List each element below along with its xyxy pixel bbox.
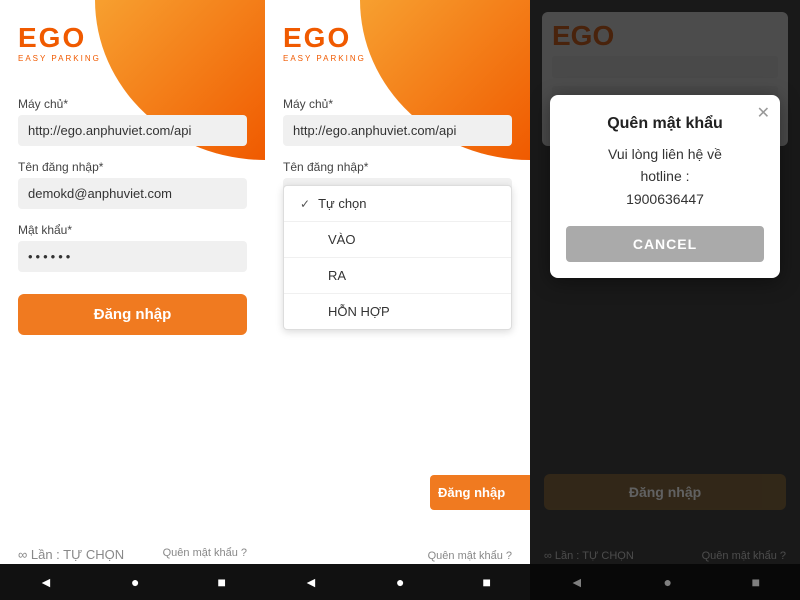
username-label-2: Tên đăng nhập* [283,160,512,174]
dropdown-item-vao[interactable]: VÀO [284,222,511,258]
nav-bar-1: ◄ ● ■ [0,564,265,600]
forgot-password-dialog: ✕ Quên mật khẩu Vui lòng liên hệ về hotl… [550,95,780,278]
login-screen-panel2: EGO EASY PARKING Máy chủ* Tên đăng nhập*… [265,0,530,600]
dialog-title: Quên mật khẩu [566,115,764,133]
dialog-body-line1: Vui lòng liên hệ về [608,146,722,162]
server-label-2: Máy chủ* [283,97,512,111]
username-label: Tên đăng nhập* [18,160,247,174]
password-label: Mật khẩu* [18,223,247,237]
easy-parking-tagline: EASY PARKING [18,54,265,63]
dropdown-label-ra: RA [328,268,346,283]
forgot-password-link-2[interactable]: Quên mật khẩu ? [428,550,512,562]
dropdown-item-tuchon[interactable]: ✓ Tự chọn [284,186,511,222]
logo-area: EGO EASY PARKING [0,0,265,63]
dialog-body-phone: 1900636447 [626,191,704,207]
dropdown-label-tuchon: Tự chọn [318,196,366,211]
footer-bar: ∞ Lần : TỰ CHỌN Quên mật khẩu ? [0,547,265,562]
forgot-password-link[interactable]: Quên mật khẩu ? [163,547,247,562]
server-input-2[interactable] [283,115,512,146]
footer-bar-2: Quên mật khẩu ? [265,550,530,562]
logo-area-2: EGO EASY PARKING [265,0,530,63]
dropdown-menu[interactable]: ✓ Tự chọn VÀO RA HỖN HỢP [283,185,512,330]
dropdown-label-honhop: HỖN HỢP [328,304,390,319]
login-button-partial[interactable]: Đăng nhập [430,475,530,510]
dialog-body-line2: hotline : [640,168,689,184]
ego-logo: EGO [18,24,265,52]
login-button[interactable]: Đăng nhập [18,294,247,335]
back-button-2[interactable]: ◄ [304,574,318,590]
cancel-button[interactable]: CANCEL [566,226,764,262]
username-input[interactable] [18,178,247,209]
login-form: Máy chủ* Tên đăng nhập* Mật khẩu* Đăng n… [0,63,265,335]
dropdown-label-vao: VÀO [328,232,355,247]
server-input[interactable] [18,115,247,146]
dialog-close-button[interactable]: ✕ [757,103,770,123]
nav-bar-2: ◄ ● ■ [265,564,530,600]
loop-label: ∞ Lần : TỰ CHỌN [18,547,124,562]
dropdown-item-ra[interactable]: RA [284,258,511,294]
home-button-2[interactable]: ● [396,574,404,590]
login-screen-panel1: EGO EASY PARKING Máy chủ* Tên đăng nhập*… [0,0,265,600]
password-input[interactable] [18,241,247,272]
back-button[interactable]: ◄ [39,574,53,590]
server-label: Máy chủ* [18,97,247,111]
forgot-password-screen: EGO ✕ Quên mật khẩu Vui lòng liên hệ về … [530,0,800,600]
dropdown-item-honhop[interactable]: HỖN HỢP [284,294,511,329]
dialog-body: Vui lòng liên hệ về hotline : 1900636447 [566,143,764,210]
check-icon: ✓ [300,197,310,211]
recents-button[interactable]: ■ [217,574,225,590]
dialog-backdrop [530,0,800,600]
ego-logo-2: EGO [283,24,530,52]
home-button[interactable]: ● [131,574,139,590]
easy-parking-tagline-2: EASY PARKING [283,54,530,63]
recents-button-2[interactable]: ■ [482,574,490,590]
